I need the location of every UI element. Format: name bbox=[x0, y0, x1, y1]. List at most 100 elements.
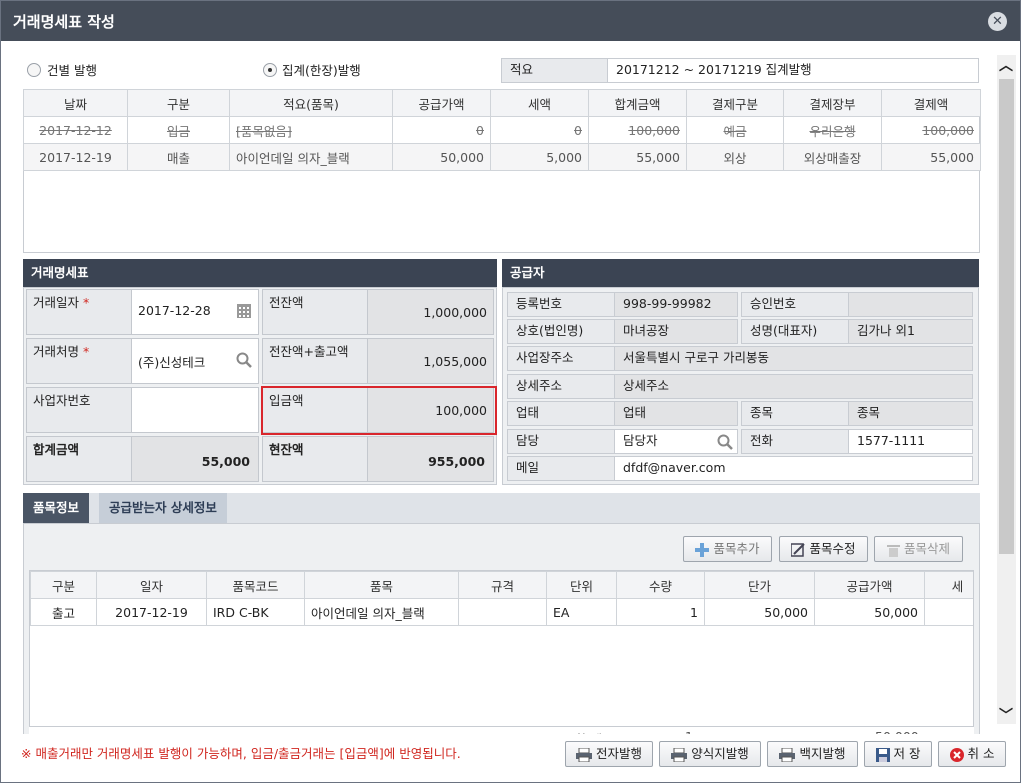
client-label: 거래처명 bbox=[33, 344, 80, 359]
col-item-date[interactable]: 일자 bbox=[96, 571, 207, 599]
cell: 0 bbox=[392, 116, 491, 144]
col-ledger[interactable]: 결제장부 bbox=[783, 89, 882, 117]
col-payamount[interactable]: 결제액 bbox=[881, 89, 981, 117]
date-input[interactable]: 2017-12-28 bbox=[131, 289, 259, 335]
cell: [품목없음] bbox=[229, 116, 393, 144]
detail-address-label: 상세주소 bbox=[507, 374, 615, 399]
biztype-value: 업태 bbox=[614, 401, 738, 426]
scroll-up-icon[interactable]: ︿ bbox=[999, 55, 1013, 75]
search-icon[interactable] bbox=[717, 434, 733, 453]
cell bbox=[924, 598, 973, 626]
cell: IRD C-BK bbox=[206, 598, 305, 626]
cell: 55,000 bbox=[588, 143, 687, 171]
table-row[interactable]: 2017-12-12 입금 [품목없음] 0 0 100,000 예금 우리은행… bbox=[23, 116, 981, 144]
col-unit[interactable]: 단위 bbox=[546, 571, 617, 599]
title-bar: 거래명세표 작성 ✕ bbox=[1, 1, 1020, 41]
manager-label: 담당 bbox=[507, 429, 615, 454]
client-value: (주)신성테크 bbox=[138, 355, 206, 370]
cell: 매출 bbox=[127, 143, 230, 171]
bizno-label-cell: 사업자번호 bbox=[26, 387, 132, 433]
prev-plus-value: 1,055,000 bbox=[367, 338, 494, 384]
address-label: 사업장주소 bbox=[507, 346, 615, 371]
manager-input[interactable]: 담당자 bbox=[614, 429, 738, 454]
radio-aggregate-label: 집계(한장)발행 bbox=[282, 63, 361, 78]
tab-buyer-detail[interactable]: 공급받는자 상세정보 bbox=[99, 493, 227, 523]
col-total[interactable]: 합계금액 bbox=[588, 89, 687, 117]
search-icon[interactable] bbox=[236, 352, 252, 371]
save-icon bbox=[875, 747, 890, 762]
cell: 예금 bbox=[686, 116, 784, 144]
cancel-button[interactable]: 취 소 bbox=[938, 741, 1006, 767]
col-supply[interactable]: 공급가액 bbox=[392, 89, 491, 117]
col-tax-partial[interactable]: 세 bbox=[924, 571, 973, 599]
save-button[interactable]: 저 장 bbox=[864, 741, 932, 767]
radio-individual-label: 건별 발행 bbox=[47, 63, 97, 78]
col-price[interactable]: 단가 bbox=[704, 571, 815, 599]
cell: 외상매출장 bbox=[783, 143, 882, 171]
add-item-button[interactable]: 품목추가 bbox=[683, 536, 772, 562]
tab-item-info[interactable]: 품목정보 bbox=[23, 493, 90, 523]
window-title: 거래명세표 작성 bbox=[13, 13, 115, 31]
close-icon[interactable]: ✕ bbox=[988, 12, 1007, 31]
blank-issue-button[interactable]: 백지발행 bbox=[767, 741, 858, 767]
cell: 아이언데일 의자_블랙 bbox=[229, 143, 393, 171]
cell: 2017-12-19 bbox=[23, 143, 128, 171]
form-issue-button[interactable]: 양식지발행 bbox=[659, 741, 761, 767]
scroll-down-icon[interactable]: ﹀ bbox=[999, 705, 1013, 725]
col-tax[interactable]: 세액 bbox=[490, 89, 589, 117]
col-kind[interactable]: 구분 bbox=[30, 571, 97, 599]
cancel-icon bbox=[949, 747, 964, 762]
table-row[interactable]: 2017-12-19 매출 아이언데일 의자_블랙 50,000 5,000 5… bbox=[23, 143, 981, 171]
summary-label: 적요 bbox=[501, 58, 608, 83]
delete-item-button[interactable]: 품목삭제 bbox=[874, 536, 963, 562]
cell: 5,000 bbox=[490, 143, 589, 171]
company-value: 마녀공장 bbox=[614, 319, 738, 344]
col-spec[interactable]: 규격 bbox=[458, 571, 547, 599]
printer-icon bbox=[575, 747, 592, 762]
email-input[interactable]: dfdf@naver.com bbox=[614, 456, 973, 481]
current-balance-label: 현잔액 bbox=[262, 436, 368, 482]
col-paytype[interactable]: 결제구분 bbox=[686, 89, 784, 117]
cell: 아이언데일 의자_블랙 bbox=[304, 598, 459, 626]
edit-item-button[interactable]: 품목수정 bbox=[779, 536, 868, 562]
col-qty[interactable]: 수량 bbox=[616, 571, 705, 599]
col-date[interactable]: 날짜 bbox=[23, 89, 128, 117]
table-row[interactable]: 출고 2017-12-19 IRD C-BK 아이언데일 의자_블랙 EA 1 … bbox=[30, 598, 973, 626]
col-item-code[interactable]: 품목코드 bbox=[206, 571, 305, 599]
calendar-icon[interactable] bbox=[237, 304, 251, 318]
cell: 2017-12-19 bbox=[96, 598, 207, 626]
vertical-scroll-thumb[interactable] bbox=[999, 79, 1014, 554]
col-type[interactable]: 구분 bbox=[127, 89, 230, 117]
cell bbox=[458, 598, 547, 626]
col-supply-amount[interactable]: 공급가액 bbox=[814, 571, 925, 599]
phone-input[interactable]: 1577-1111 bbox=[848, 429, 973, 454]
cell: 50,000 bbox=[814, 598, 925, 626]
biztype-label: 업태 bbox=[507, 401, 615, 426]
col-memo[interactable]: 적요(품목) bbox=[229, 89, 393, 117]
col-item-name[interactable]: 품목 bbox=[304, 571, 459, 599]
date-value: 2017-12-28 bbox=[138, 303, 211, 318]
ceo-value: 김가나 외1 bbox=[848, 319, 973, 344]
blank-issue-label: 백지발행 bbox=[799, 746, 846, 761]
company-label: 상호(법인명) bbox=[507, 319, 615, 344]
cell: 100,000 bbox=[881, 116, 981, 144]
delete-item-label: 품목삭제 bbox=[903, 541, 950, 556]
address-value: 서울특별시 구로구 가리봉동 bbox=[614, 346, 973, 371]
reg-label: 등록번호 bbox=[507, 292, 615, 317]
e-issue-button[interactable]: 전자발행 bbox=[565, 741, 653, 767]
plus-icon bbox=[695, 542, 710, 557]
ceo-label: 성명(대표자) bbox=[741, 319, 849, 344]
phone-label: 전화 bbox=[741, 429, 849, 454]
detail-address-value: 상세주소 bbox=[614, 374, 973, 399]
radio-individual[interactable] bbox=[27, 63, 41, 77]
email-label: 메일 bbox=[507, 456, 615, 481]
bizno-input[interactable] bbox=[131, 387, 259, 433]
cell: 100,000 bbox=[588, 116, 687, 144]
reg-value: 998-99-99982 bbox=[614, 292, 738, 317]
client-input[interactable]: (주)신성테크 bbox=[131, 338, 259, 384]
save-label: 저 장 bbox=[893, 746, 921, 761]
cell: EA bbox=[546, 598, 617, 626]
cell: 출고 bbox=[30, 598, 97, 626]
radio-aggregate[interactable] bbox=[263, 63, 277, 77]
summary-input[interactable]: 20171212 ~ 20171219 집계발행 bbox=[607, 58, 979, 83]
